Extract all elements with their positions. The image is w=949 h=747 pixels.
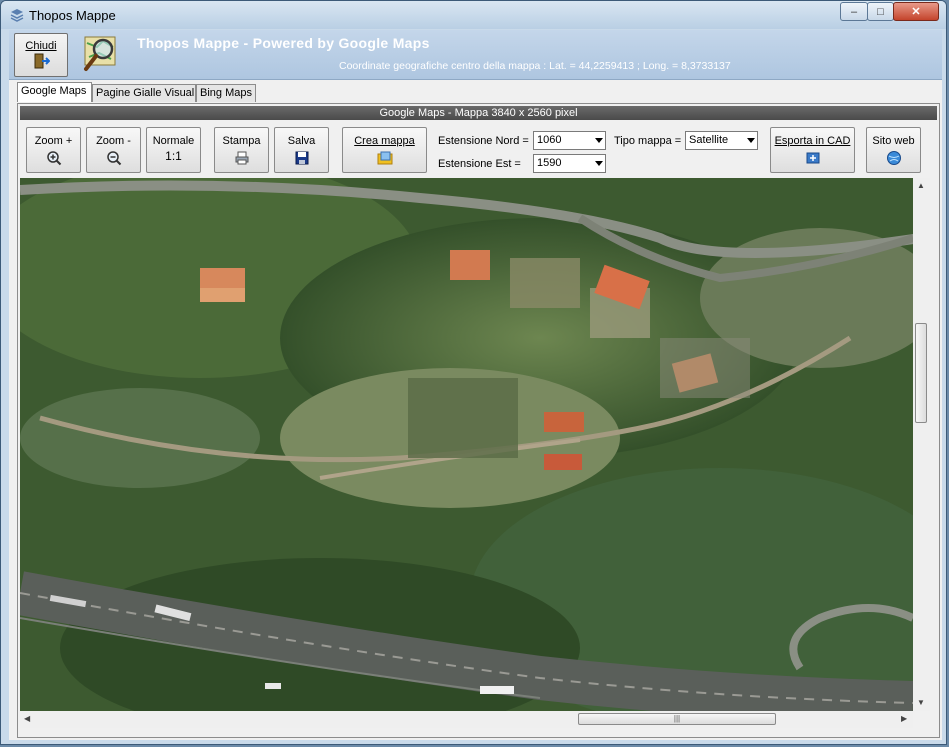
tab-pagine-gialle[interactable]: Pagine Gialle Visual xyxy=(92,84,196,102)
print-label: Stampa xyxy=(222,135,261,147)
extent-north-label: Estensione Nord = xyxy=(438,135,529,147)
map-type-label: Tipo mappa = xyxy=(614,135,682,147)
chiudi-label: Chiudi xyxy=(25,40,57,52)
create-map-button[interactable]: Crea mappa xyxy=(342,127,427,173)
magnifier-map-icon xyxy=(84,36,116,71)
zoom-out-icon xyxy=(106,151,121,166)
printer-icon xyxy=(235,151,248,165)
map-caption: Google Maps - Mappa 3840 x 2560 pixel xyxy=(20,106,937,120)
window-title: Thopos Mappe xyxy=(29,8,116,23)
scroll-up-icon[interactable]: ▲ xyxy=(917,181,925,190)
client-area: Chiudi Thopos Mappe - Powered by Google … xyxy=(9,30,942,740)
minimize-icon: – xyxy=(850,5,858,18)
print-button[interactable]: Stampa xyxy=(214,127,269,173)
satellite-imagery xyxy=(20,178,913,711)
export-cad-button[interactable]: Esporta in CAD xyxy=(770,127,855,173)
chiudi-button[interactable]: Chiudi xyxy=(14,33,68,77)
floppy-disk-icon xyxy=(295,151,308,165)
map-vertical-scrollbar[interactable]: ▲ ▼ xyxy=(913,178,930,711)
normal-zoom-button[interactable]: Normale 1:1 xyxy=(146,127,201,173)
tab-google-maps[interactable]: Google Maps xyxy=(17,82,92,102)
chevron-down-icon xyxy=(595,161,603,166)
one-to-one-icon: 1:1 xyxy=(165,149,182,163)
horizontal-scroll-thumb[interactable]: ||| xyxy=(578,713,776,725)
create-map-label: Crea mappa xyxy=(354,135,415,147)
extent-east-value: 1590 xyxy=(537,157,562,169)
title-bar[interactable]: Thopos Mappe – □ ✕ xyxy=(1,1,946,29)
tab-label: Pagine Gialle Visual xyxy=(96,87,195,99)
zoom-out-label: Zoom - xyxy=(96,135,131,147)
save-button[interactable]: Salva xyxy=(274,127,329,173)
app-icon xyxy=(10,9,24,22)
map-type-select[interactable]: Satellite xyxy=(685,131,758,150)
normal-label: Normale xyxy=(152,135,195,147)
header-title: Thopos Mappe - Powered by Google Maps xyxy=(137,35,430,51)
header-panel: Chiudi Thopos Mappe - Powered by Google … xyxy=(9,30,942,80)
close-icon: ✕ xyxy=(911,6,921,18)
center-coordinates: Coordinate geografiche centro della mapp… xyxy=(339,60,731,72)
tab-label: Bing Maps xyxy=(200,87,252,99)
globe-icon xyxy=(886,151,901,165)
tab-content-panel: Google Maps - Mappa 3840 x 2560 pixel Zo… xyxy=(17,103,940,738)
vertical-scroll-thumb[interactable] xyxy=(915,323,927,423)
website-button[interactable]: Sito web xyxy=(866,127,921,173)
map-horizontal-scrollbar[interactable]: ◀ ||| ▶ xyxy=(20,711,913,728)
extent-east-label: Estensione Est = xyxy=(438,158,521,170)
zoom-in-label: Zoom + xyxy=(34,135,73,147)
map-type-value: Satellite xyxy=(689,134,729,146)
exit-door-icon xyxy=(34,53,50,69)
zoom-out-button[interactable]: Zoom - xyxy=(86,127,141,173)
save-label: Salva xyxy=(287,135,316,147)
extent-east-select[interactable]: 1590 xyxy=(533,154,606,173)
cad-export-icon xyxy=(806,152,819,164)
scroll-left-icon[interactable]: ◀ xyxy=(24,714,30,723)
extent-north-select[interactable]: 1060 xyxy=(533,131,606,150)
chevron-down-icon xyxy=(747,138,755,143)
maximize-icon: □ xyxy=(877,5,884,18)
export-cad-label: Esporta in CAD xyxy=(774,135,851,147)
satellite-map-view[interactable] xyxy=(20,178,913,711)
scroll-grip-icon: ||| xyxy=(673,714,681,723)
tab-bing-maps[interactable]: Bing Maps xyxy=(196,84,256,102)
scroll-right-icon[interactable]: ▶ xyxy=(901,714,907,723)
zoom-in-button[interactable]: Zoom + xyxy=(26,127,81,173)
map-folder-icon xyxy=(377,151,392,165)
close-window-button[interactable]: ✕ xyxy=(893,2,939,21)
minimize-button[interactable]: – xyxy=(840,2,868,21)
website-label: Sito web xyxy=(872,135,915,147)
scroll-down-icon[interactable]: ▼ xyxy=(917,698,925,707)
extent-north-value: 1060 xyxy=(537,134,562,146)
maximize-button[interactable]: □ xyxy=(867,2,894,21)
zoom-in-icon xyxy=(46,151,61,166)
chevron-down-icon xyxy=(595,138,603,143)
app-window: Thopos Mappe – □ ✕ Chiudi Thopos Mappe -… xyxy=(0,0,947,745)
tab-label: Google Maps xyxy=(21,85,87,97)
